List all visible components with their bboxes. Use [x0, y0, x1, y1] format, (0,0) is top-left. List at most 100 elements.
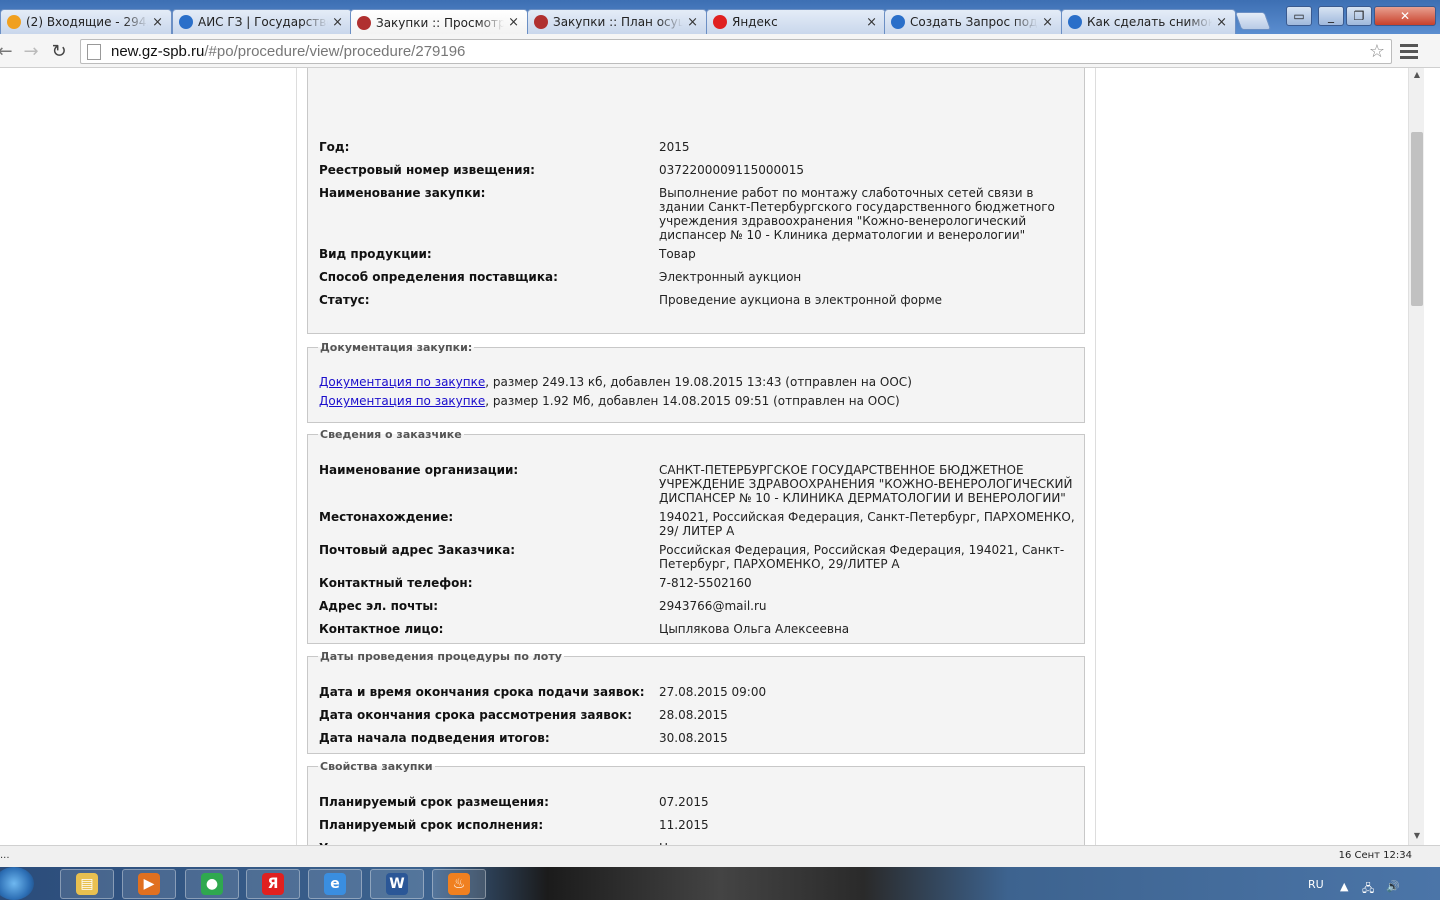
- network-icon[interactable]: 🖧: [1362, 880, 1374, 899]
- help-icon: [891, 15, 905, 29]
- field-value: 2943766@mail.ru: [659, 599, 767, 613]
- document-info: , размер 1.92 Мб, добавлен 14.08.2015 09…: [485, 394, 900, 408]
- browser-menu-icon[interactable]: [1400, 41, 1418, 61]
- vertical-scrollbar[interactable]: ▲ ▼: [1408, 68, 1424, 845]
- field-value: Электронный аукцион: [659, 270, 802, 284]
- field-label: Планируемый срок размещения:: [319, 795, 549, 809]
- taskbar-button[interactable]: ▶: [122, 869, 176, 899]
- tools-icon: [534, 15, 548, 29]
- documents-legend: Документация закупки:: [320, 341, 473, 354]
- tab-close-icon[interactable]: ×: [687, 15, 698, 30]
- document-item: Документация по закупке, размер 1.92 Мб,…: [319, 394, 900, 408]
- help-icon: [1068, 15, 1082, 29]
- field-label: Дата и время окончания срока подачи заяв…: [319, 685, 645, 699]
- browser-tab[interactable]: Закупки :: План осуществления ×: [527, 9, 707, 34]
- taskbar-button[interactable]: W: [370, 869, 424, 899]
- browser-tab-strip: (2) Входящие - 2943766@mail.ru×АИС ГЗ | …: [0, 0, 1440, 34]
- field-value: 0372200009115000015: [659, 163, 805, 177]
- general-info-section: Год: 2015 Реестровый номер извещения: 03722…: [307, 68, 1085, 334]
- tab-title: Закупки :: План осуществления: [553, 15, 683, 29]
- page-viewport: Год: 2015 Реестровый номер извещения: 03722…: [0, 68, 1408, 845]
- field-label: Вид продукции:: [319, 247, 432, 261]
- field-value: Товар: [659, 247, 696, 261]
- bookmark-star-icon[interactable]: ☆: [1369, 41, 1385, 62]
- tab-close-icon[interactable]: ×: [1216, 15, 1227, 30]
- documents-section: Документация закупки: Документация по за…: [307, 341, 1085, 423]
- field-label: Местонахождение:: [319, 510, 454, 524]
- volume-icon[interactable]: 🔊: [1386, 880, 1400, 893]
- url-path: /#po/procedure/view/procedure/279196: [204, 43, 466, 60]
- field-label: Дата начала подведения итогов:: [319, 731, 550, 745]
- scroll-thumb[interactable]: [1411, 132, 1423, 306]
- reload-icon[interactable]: ↻: [48, 40, 70, 62]
- tab-title: Как сделать снимок экрана: [1087, 15, 1213, 29]
- taskbar-button[interactable]: e: [308, 869, 362, 899]
- status-clock: 16 Сент 12:34: [1338, 850, 1412, 861]
- maximize-button[interactable]: ❐: [1346, 6, 1372, 26]
- browser-tab[interactable]: АИС ГЗ | Государственный заказ ×: [172, 9, 352, 34]
- taskbar-button[interactable]: Я: [246, 869, 300, 899]
- document-link[interactable]: Документация по закупке: [319, 394, 485, 408]
- procedure-card: Год: 2015 Реестровый номер извещения: 03722…: [296, 68, 1096, 845]
- field-value: 27.08.2015 09:00: [659, 685, 767, 699]
- field-value: 2015: [659, 140, 690, 154]
- field-label: Статус:: [319, 293, 370, 307]
- restore-button[interactable]: _: [1318, 6, 1344, 26]
- close-window-button[interactable]: ✕: [1374, 6, 1436, 26]
- browser-tab[interactable]: Создать Запрос поддержки ×: [884, 9, 1062, 34]
- minimize-button[interactable]: ▭: [1286, 6, 1312, 26]
- field-value: 7-812-5502160: [659, 576, 752, 590]
- document-link[interactable]: Документация по закупке: [319, 375, 485, 389]
- browser-tab[interactable]: (2) Входящие - 2943766@mail.ru ×: [0, 9, 172, 34]
- customer-legend: Сведения о заказчике: [320, 428, 462, 441]
- tab-close-icon[interactable]: ×: [1042, 15, 1053, 30]
- status-bar: ... 16 Сент 12:34: [0, 845, 1440, 867]
- tab-title: Создать Запрос поддержки: [910, 15, 1038, 29]
- globe-icon: [179, 15, 193, 29]
- mail-icon: [7, 15, 21, 29]
- scroll-up-arrow-icon[interactable]: ▲: [1409, 70, 1425, 82]
- field-value: 07.2015: [659, 795, 709, 809]
- start-button[interactable]: [0, 867, 34, 900]
- field-value: 194021, Российская Федерация, Санкт-Пете…: [659, 510, 1075, 538]
- page-icon: [87, 43, 101, 60]
- yandex-icon: [713, 15, 727, 29]
- field-label: Наименование организации:: [319, 463, 519, 477]
- tab-close-icon[interactable]: ×: [508, 15, 519, 30]
- customer-section: Сведения о заказчике Наименование органи…: [307, 428, 1085, 644]
- field-label: Наименование закупки:: [319, 186, 486, 200]
- forward-icon[interactable]: →: [20, 40, 42, 62]
- tab-title: (2) Входящие - 2943766@mail.ru: [26, 15, 148, 29]
- taskbar-button[interactable]: ▤: [60, 869, 114, 899]
- tab-title: Яндекс: [732, 15, 778, 29]
- fire-app-icon: ♨: [448, 873, 470, 895]
- field-value: Выполнение работ по монтажу слаботочных …: [659, 186, 1055, 242]
- document-item: Документация по закупке, размер 249.13 к…: [319, 375, 912, 389]
- taskbar-button[interactable]: ●: [185, 869, 239, 899]
- field-label: Дата окончания срока рассмотрения заявок…: [319, 708, 633, 722]
- url-host: new.gz-spb.ru: [111, 43, 205, 60]
- taskbar-button[interactable]: ♨: [432, 869, 486, 899]
- address-bar[interactable]: new.gz-spb.ru/#po/procedure/view/procedu…: [80, 39, 1392, 64]
- tab-close-icon[interactable]: ×: [866, 15, 877, 30]
- scroll-down-arrow-icon[interactable]: ▼: [1409, 831, 1425, 843]
- tab-close-icon[interactable]: ×: [152, 15, 163, 30]
- browser-tab[interactable]: Яндекс ×: [706, 9, 886, 34]
- url-text[interactable]: new.gz-spb.ru/#po/procedure/view/procedu…: [111, 43, 465, 60]
- tray-arrow-icon[interactable]: ▲: [1340, 880, 1348, 893]
- tools-icon: [357, 15, 371, 30]
- back-icon[interactable]: ←: [0, 40, 16, 62]
- field-value: Российская Федерация, Российская Федерац…: [659, 543, 1065, 571]
- field-value: 11.2015: [659, 818, 709, 832]
- tray-language[interactable]: RU: [1308, 878, 1324, 891]
- field-label: Реестровый номер извещения:: [319, 163, 535, 177]
- new-tab-button[interactable]: [1234, 12, 1272, 30]
- document-info: , размер 249.13 кб, добавлен 19.08.2015 …: [485, 375, 912, 389]
- browser-tab[interactable]: Как сделать снимок экрана×: [1061, 9, 1236, 34]
- field-label: Почтовый адрес Заказчика:: [319, 543, 516, 557]
- internet-explorer-icon: e: [324, 873, 346, 895]
- browser-tab[interactable]: Закупки :: Просмотр закупки×: [350, 9, 528, 34]
- tab-close-icon[interactable]: ×: [332, 15, 343, 30]
- field-label: Планируемый срок исполнения:: [319, 818, 544, 832]
- windows-taskbar: ▤ ▶ ● Яe W ♨ RU ▲ 🖧 🔊: [0, 867, 1440, 900]
